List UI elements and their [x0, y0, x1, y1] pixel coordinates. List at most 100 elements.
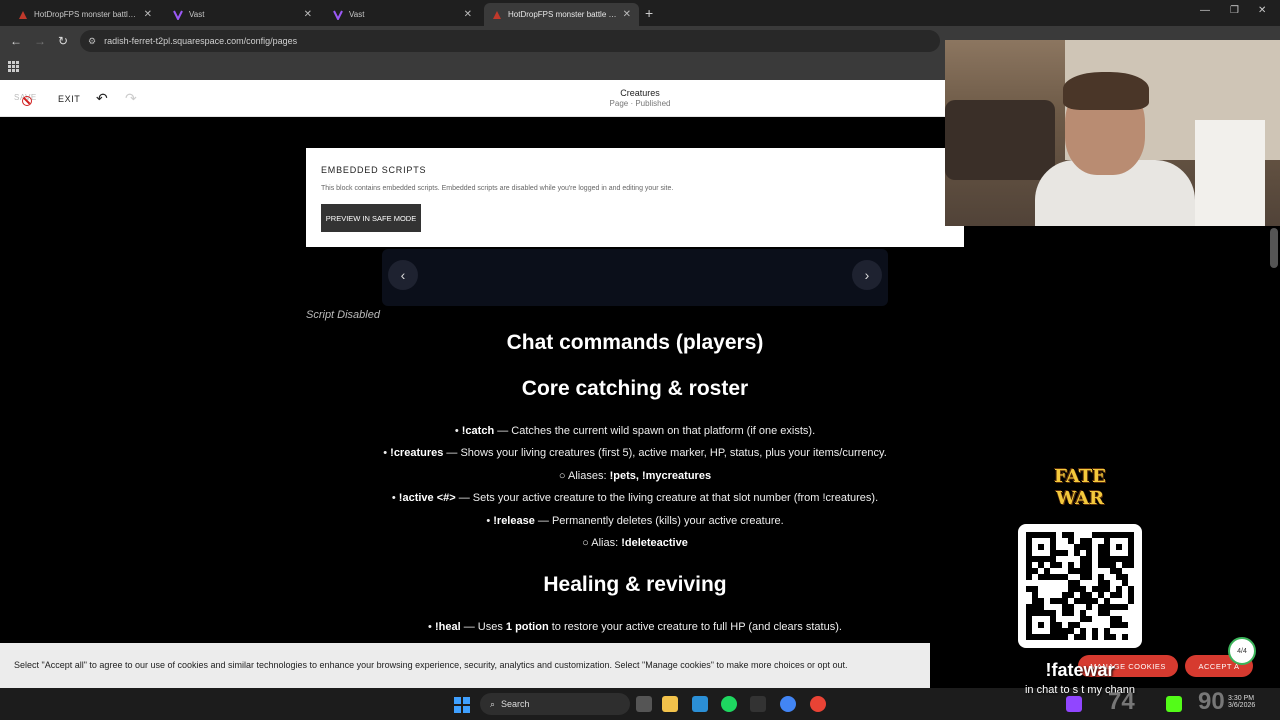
page-status: Page · Published — [609, 99, 671, 108]
cookie-banner: Select "Accept all" to agree to our use … — [0, 643, 930, 688]
command-desc: to restore your active creature to full … — [548, 621, 842, 633]
qr-code — [1018, 524, 1142, 648]
tab-hotdrop-1[interactable]: HotDropFPS monster battle style ✕ — [10, 3, 160, 26]
tab-title: HotDropFPS monster battle style — [508, 10, 617, 19]
twitch-icon[interactable] — [1066, 696, 1082, 712]
command-text: !deleteactive — [621, 537, 688, 549]
qr-module — [1128, 634, 1134, 640]
search-icon: ⌕ — [490, 698, 496, 709]
tab-vast-2[interactable]: Vast ✕ — [325, 3, 480, 26]
squarespace-icon — [493, 10, 501, 19]
close-icon[interactable]: ✕ — [304, 9, 312, 20]
tab-title: HotDropFPS monster battle style — [34, 10, 138, 19]
webcam-chair — [1195, 120, 1265, 226]
list-item: • !active <#> — Sets your active creatur… — [391, 492, 879, 504]
preview-safe-mode-button[interactable]: PREVIEW IN SAFE MODE — [321, 204, 421, 232]
apps-grid-icon[interactable] — [8, 61, 19, 72]
squarespace-icon — [19, 10, 27, 19]
list-item: • !creatures — Shows your living creatur… — [383, 447, 887, 459]
heading-heal: Healing & reviving — [543, 573, 727, 596]
embedded-scripts-block: EMBEDDED SCRIPTS This block contains emb… — [306, 148, 964, 247]
command-desc: — Catches the current wild spawn on that… — [494, 425, 816, 437]
kick-icon[interactable] — [1166, 696, 1182, 712]
disabled-icon — [22, 96, 32, 106]
webcam-couch — [945, 100, 1055, 180]
command-desc: — Sets your active creature to the livin… — [455, 492, 879, 504]
undo-icon[interactable]: ↶ — [96, 90, 108, 107]
minimize-icon[interactable]: — — [1200, 5, 1210, 16]
notepad-icon[interactable] — [692, 696, 708, 712]
overlay-number-2: 90 — [1198, 688, 1225, 715]
aliases-label: Aliases: — [568, 470, 610, 482]
chrome-alt-icon[interactable] — [810, 696, 826, 712]
cookie-text: Select "Accept all" to agree to our use … — [14, 660, 848, 670]
fatewar-logo: FATE WAR — [1032, 466, 1128, 522]
logo-text: FATE WAR — [1054, 466, 1106, 509]
command-text: !creatures — [390, 447, 444, 459]
qr-pattern — [1026, 532, 1134, 640]
command-text: !active <#> — [398, 492, 456, 504]
clock-time: 3:30 PM — [1228, 695, 1255, 702]
redo-icon[interactable]: ↷ — [125, 90, 137, 107]
reload-icon[interactable]: ↻ — [58, 34, 68, 48]
page-title: Creatures — [620, 88, 660, 98]
new-tab-button[interactable]: + — [645, 5, 653, 21]
site-info-icon[interactable]: ⚙ — [88, 36, 96, 47]
script-disabled-label: Script Disabled — [306, 309, 380, 321]
list-item: • !catch — Catches the current wild spaw… — [454, 425, 816, 437]
page-scrollbar[interactable] — [1270, 228, 1278, 268]
file-explorer-icon[interactable] — [662, 696, 678, 712]
editor-header: SAVE EXIT ↶ ↷ Creatures Page · Published — [0, 80, 945, 117]
webcam-feed — [945, 40, 1280, 226]
close-icon[interactable]: ✕ — [623, 9, 631, 20]
taskbar-search[interactable]: ⌕ Search — [480, 693, 630, 715]
close-window-icon[interactable]: ✕ — [1258, 5, 1266, 16]
heading-core: Core catching & roster — [521, 377, 749, 400]
windows-start-icon[interactable] — [454, 697, 470, 713]
list-item: ○ Aliases: !pets, !mycreatures — [558, 470, 712, 482]
list-item: • !release — Permanently deletes (kills)… — [486, 515, 784, 527]
url-text: radish-ferret-t2pl.squarespace.com/confi… — [104, 36, 298, 46]
carousel: ‹ › — [382, 249, 888, 306]
command-text: !pets, !mycreatures — [609, 470, 712, 482]
hud-fx-icon[interactable] — [750, 696, 766, 712]
tab-title: Vast — [189, 10, 205, 19]
overlay-number-1: 74 — [1108, 688, 1135, 715]
tab-vast-1[interactable]: Vast ✕ — [165, 3, 320, 26]
carousel-prev-button[interactable]: ‹ — [388, 260, 418, 290]
command-desc: — Uses — [460, 621, 506, 633]
command-text: !release — [493, 515, 535, 527]
potion-amount: 1 potion — [505, 621, 549, 633]
task-view-icon[interactable] — [636, 696, 652, 712]
exit-button[interactable]: EXIT — [58, 94, 80, 104]
search-label: Search — [501, 699, 530, 709]
address-bar[interactable]: ⚙ radish-ferret-t2pl.squarespace.com/con… — [80, 30, 940, 52]
embed-heading: EMBEDDED SCRIPTS — [321, 165, 427, 175]
restore-icon[interactable]: ❐ — [1230, 5, 1239, 16]
spotify-icon[interactable] — [721, 696, 737, 712]
close-icon[interactable]: ✕ — [144, 9, 152, 20]
back-icon[interactable]: ← — [10, 34, 22, 48]
vast-icon — [333, 10, 343, 20]
taskbar-clock[interactable]: 3:30 PM 3/6/2026 — [1228, 695, 1255, 709]
webcam-person-hair — [1063, 72, 1149, 110]
command-text: !heal — [434, 621, 461, 633]
carousel-next-button[interactable]: › — [852, 260, 882, 290]
chrome-icon[interactable] — [780, 696, 796, 712]
command-text: !catch — [461, 425, 495, 437]
tab-hotdrop-active[interactable]: HotDropFPS monster battle style ✕ — [484, 3, 639, 26]
list-item: • !heal — Uses 1 potion to restore your … — [428, 621, 842, 633]
command-desc: — Permanently deletes (kills) your activ… — [534, 515, 784, 527]
tab-title: Vast — [349, 10, 365, 19]
command-desc: — Shows your living creatures (first 5),… — [443, 447, 887, 459]
forward-icon[interactable]: → — [34, 34, 46, 48]
fatewar-subtext: in chat to s t my chann — [1024, 684, 1136, 696]
notification-counter: 4/4 — [1228, 637, 1256, 665]
list-item: ○ Alias: !deleteactive — [582, 537, 688, 549]
tab-strip: HotDropFPS monster battle style ✕ Vast ✕… — [0, 0, 1280, 26]
fatewar-command: !fatewar — [1045, 660, 1115, 680]
close-icon[interactable]: ✕ — [464, 9, 472, 20]
embed-description: This block contains embedded scripts. Em… — [321, 185, 674, 192]
vast-icon — [173, 10, 183, 20]
alias-label: Alias: — [591, 537, 622, 549]
